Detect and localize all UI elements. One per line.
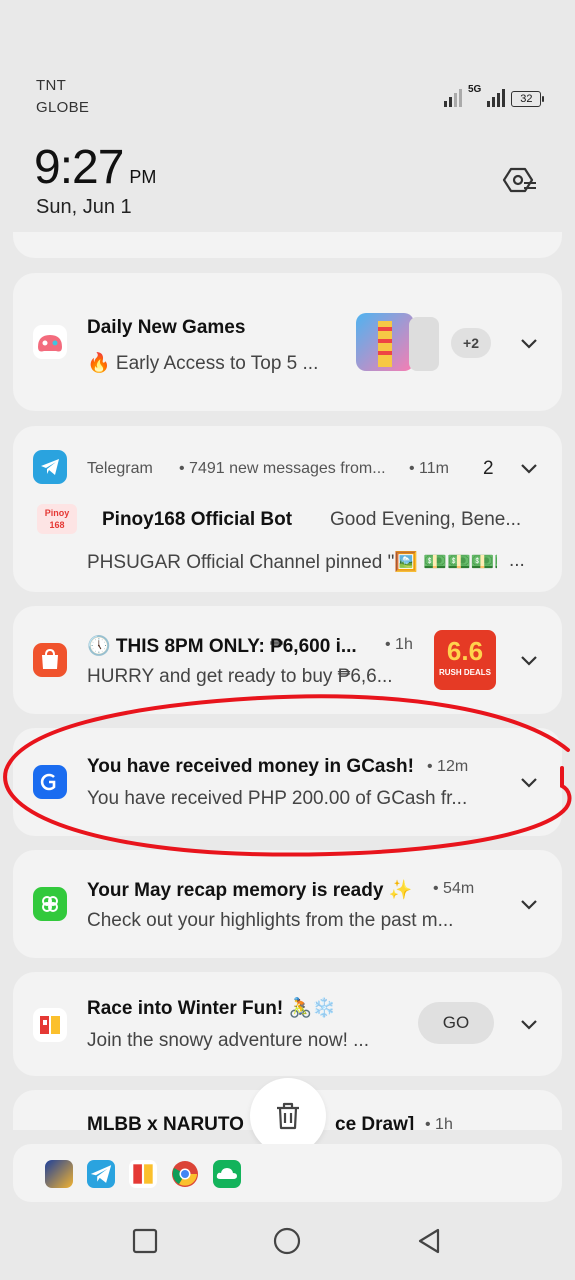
- notification-memory-recap[interactable]: Your May recap memory is ready ✨ • 54m C…: [13, 850, 562, 958]
- clock: 9:27 PM: [34, 140, 156, 195]
- collapsed-apps-dock[interactable]: [13, 1144, 562, 1202]
- notification-daily-new-games[interactable]: Daily New Games 🔥 Early Access to Top 5 …: [13, 273, 562, 411]
- signal-icon-2: [487, 89, 506, 107]
- clock-date: Sun, Jun 1: [36, 196, 132, 218]
- notification-winter-fun[interactable]: Race into Winter Fun! 🚴❄️ Join the snowy…: [13, 972, 562, 1076]
- home-button[interactable]: [272, 1226, 302, 1256]
- telegram-body-ellipsis: ...: [509, 550, 525, 571]
- carrier-globe: GLOBE: [36, 99, 90, 116]
- chrome-icon[interactable]: [171, 1160, 199, 1188]
- notification-title: Your May recap memory is ready ✨: [87, 880, 413, 901]
- clear-all-button[interactable]: [250, 1078, 326, 1154]
- sender-message: Good Evening, Bene...: [330, 509, 522, 530]
- signal-icon: [444, 89, 462, 107]
- telegram-icon[interactable]: [87, 1160, 115, 1188]
- triangle-back-icon: [418, 1228, 440, 1254]
- game-thumbnail: [356, 313, 414, 371]
- notification-title: 🕔 THIS 8PM ONLY: ₱6,600 i...: [87, 636, 357, 657]
- circle-icon: [273, 1227, 301, 1255]
- red-annotation-circle: [3, 694, 572, 857]
- pinoy168-avatar: Pinoy 168: [37, 504, 77, 534]
- chevron-down-icon[interactable]: [519, 650, 539, 670]
- shopee-icon: [33, 643, 67, 677]
- rush-deals-thumbnail: 6.6 RUSH DEALS: [434, 630, 496, 690]
- square-icon: [132, 1228, 158, 1254]
- sender-name: Pinoy168 Official Bot: [102, 509, 293, 530]
- chevron-down-icon[interactable]: [519, 458, 539, 478]
- gallery-icon: [33, 887, 67, 921]
- telegram-app-name: Telegram: [87, 460, 153, 477]
- trash-icon: [277, 1102, 299, 1130]
- carrier-tnt: TNT: [36, 77, 67, 94]
- cloud-icon[interactable]: [213, 1160, 241, 1188]
- notification-time: • 1h: [385, 636, 413, 653]
- notification-title: MLBB x NARUTO: [87, 1114, 244, 1130]
- go-button[interactable]: GO: [418, 1002, 494, 1044]
- telegram-body: PHSUGAR Official Channel pinned "🖼️ 💵💵💵💵: [87, 552, 497, 573]
- notification-title-tail: ce Draw]: [335, 1114, 415, 1130]
- chevron-down-icon[interactable]: [519, 894, 539, 914]
- gear-icon: [502, 167, 536, 193]
- settings-button[interactable]: [498, 160, 538, 200]
- thumb-big-text: 6.6: [446, 636, 484, 666]
- phl-app-icon[interactable]: [129, 1160, 157, 1188]
- clock-time: 9:27: [34, 141, 124, 194]
- notification-body: Check out your highlights from the past …: [87, 910, 454, 931]
- notification-time: • 54m: [433, 880, 475, 897]
- phl-game-icon[interactable]: [45, 1160, 73, 1188]
- notification-body: 🔥 Early Access to Top 5 ...: [87, 353, 319, 374]
- battery-icon: 32: [511, 91, 545, 107]
- game-thumbnail-2: [409, 317, 439, 371]
- telegram-time: • 11m: [409, 460, 449, 477]
- notification-time: • 1h: [425, 1116, 453, 1130]
- telegram-icon: [33, 450, 67, 484]
- status-icons: 5G 32: [444, 84, 545, 107]
- more-badge: +2: [451, 328, 491, 358]
- clock-ampm: PM: [129, 167, 157, 187]
- chevron-down-icon[interactable]: [519, 333, 539, 353]
- thumb-small-text: RUSH DEALS: [438, 668, 491, 677]
- telegram-summary: • 7491 new messages from...: [179, 460, 386, 477]
- network-type: 5G: [468, 84, 482, 95]
- notification-telegram[interactable]: Telegram • 7491 new messages from... • 1…: [13, 426, 562, 592]
- game-app-icon: [33, 325, 67, 359]
- message-count: 2: [483, 458, 494, 479]
- notification-title: Race into Winter Fun! 🚴❄️: [87, 998, 336, 1019]
- phl-app-icon: [33, 1008, 67, 1042]
- notification-body: HURRY and get ready to buy ₱6,6...: [87, 666, 393, 687]
- notification-title: Daily New Games: [87, 317, 246, 338]
- recents-button[interactable]: [130, 1226, 160, 1256]
- back-button[interactable]: [414, 1226, 444, 1256]
- hidden-notification-edge[interactable]: [13, 232, 562, 258]
- chevron-down-icon[interactable]: [519, 1014, 539, 1034]
- notification-body: Join the snowy adventure now! ...: [87, 1030, 369, 1051]
